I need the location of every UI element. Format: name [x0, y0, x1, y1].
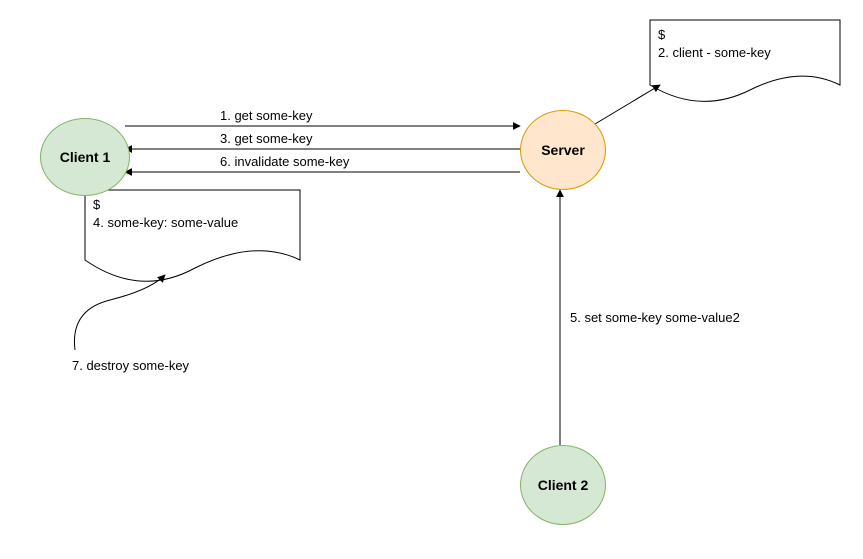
client-note-line: 4. some-key: some-value: [93, 215, 238, 230]
client-1-label: Client 1: [60, 149, 111, 165]
edge-server-to-note: [595, 85, 660, 124]
edge-destroy-some-key: [74, 275, 165, 350]
client-note-dollar: $: [93, 196, 292, 214]
edge-label-6: 6. invalidate some-key: [220, 154, 349, 169]
client-2-node: Client 2: [520, 445, 606, 525]
server-node: Server: [520, 110, 606, 190]
client-note: $ 4. some-key: some-value: [85, 190, 300, 241]
edge-label-1: 1. get some-key: [220, 108, 313, 123]
client-2-label: Client 2: [538, 477, 589, 493]
server-note: $ 2. client - some-key: [650, 20, 840, 71]
client-1-node: Client 1: [40, 118, 130, 196]
server-note-dollar: $: [658, 26, 832, 44]
edge-label-3: 3. get some-key: [220, 131, 313, 146]
diagram-canvas: [0, 0, 863, 559]
server-note-line: 2. client - some-key: [658, 45, 771, 60]
edge-label-5: 5. set some-key some-value2: [570, 310, 740, 325]
edge-label-7: 7. destroy some-key: [72, 358, 189, 373]
server-label: Server: [541, 142, 585, 158]
